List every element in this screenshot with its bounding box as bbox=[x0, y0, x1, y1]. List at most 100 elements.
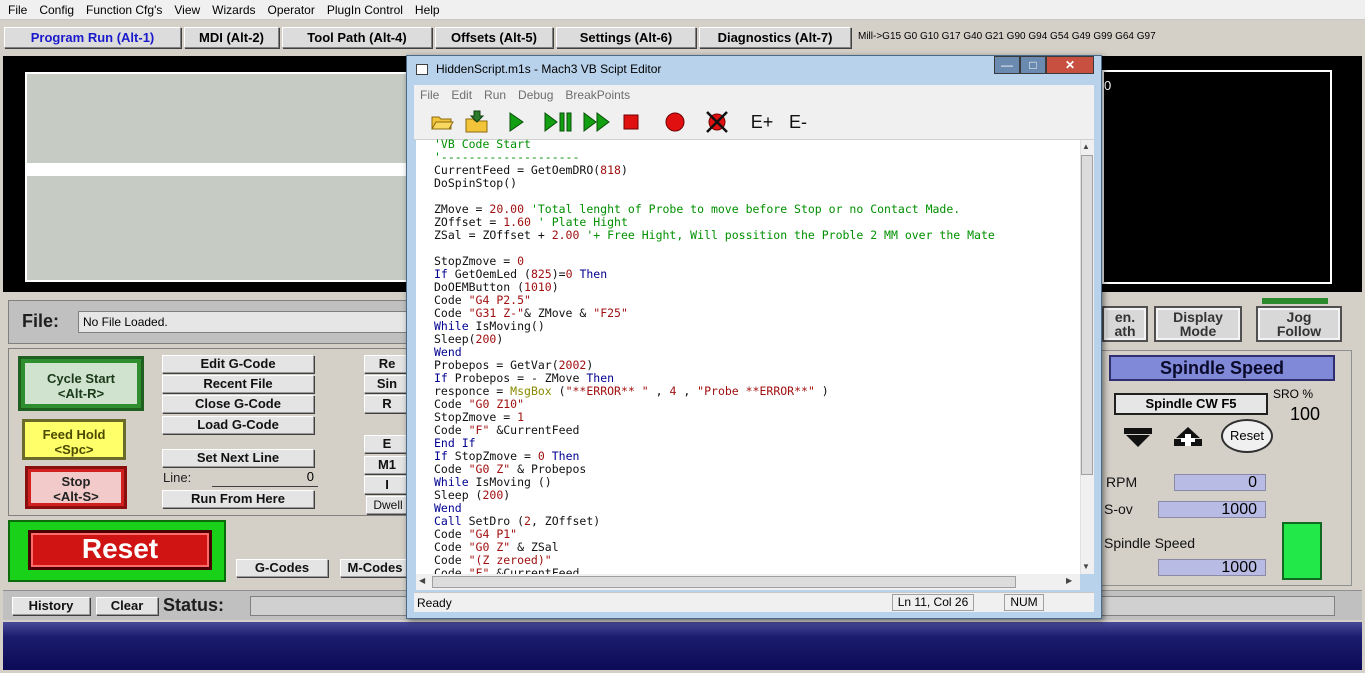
tab-tool-path[interactable]: Tool Path (Alt-4) bbox=[282, 27, 432, 48]
code-line[interactable]: responce = MsgBox ("**ERROR** " , 4 , "P… bbox=[434, 385, 1080, 398]
reverse-run-button-partial[interactable]: R bbox=[364, 395, 410, 413]
scroll-left-arrow-icon[interactable]: ◀ bbox=[419, 576, 425, 585]
code-token: DoOEMButton ( bbox=[434, 280, 525, 294]
spindle-cw-button[interactable]: Spindle CW F5 bbox=[1114, 393, 1268, 415]
single-block-button-partial[interactable]: Sin bbox=[364, 375, 410, 393]
flood-button-partial[interactable]: I bbox=[364, 476, 410, 494]
code-line[interactable]: Code "F" &CurrentFeed bbox=[434, 566, 1080, 575]
code-line[interactable] bbox=[434, 242, 1080, 255]
code-token: 200 bbox=[482, 488, 504, 502]
run-from-here-button[interactable]: Run From Here bbox=[162, 490, 314, 508]
scroll-right-arrow-icon[interactable]: ▶ bbox=[1066, 576, 1072, 585]
rewind-button-partial[interactable]: Re bbox=[364, 355, 410, 373]
set-next-line-button[interactable]: Set Next Line bbox=[162, 449, 314, 467]
reset-button[interactable]: Reset bbox=[28, 530, 212, 570]
spindle-down-arrow-icon[interactable] bbox=[1122, 426, 1154, 451]
menu-file[interactable]: File bbox=[2, 3, 33, 17]
code-text[interactable]: 'VB Code Start '-------------------- Curre… bbox=[434, 138, 1080, 574]
code-token: "(Z zeroed)" bbox=[468, 553, 552, 567]
clear-button[interactable]: Clear bbox=[96, 597, 158, 615]
block-delete-button-partial[interactable]: E bbox=[364, 435, 410, 453]
history-button[interactable]: History bbox=[12, 597, 90, 615]
scroll-down-arrow-icon[interactable]: ▼ bbox=[1082, 562, 1090, 571]
stop-button[interactable]: Stop <Alt-S> bbox=[25, 466, 127, 509]
editor-menu-debug[interactable]: Debug bbox=[512, 88, 559, 102]
editor-menu-edit[interactable]: Edit bbox=[445, 88, 478, 102]
expand-icon[interactable]: E+ bbox=[748, 109, 776, 135]
open-folder-icon[interactable] bbox=[428, 109, 456, 135]
breakpoint-icon[interactable] bbox=[662, 109, 688, 135]
menu-help[interactable]: Help bbox=[409, 3, 446, 17]
spindle-up-arrow-icon[interactable] bbox=[1172, 426, 1204, 451]
edit-gcode-button[interactable]: Edit G-Code bbox=[162, 355, 314, 373]
code-token: "F" bbox=[468, 566, 490, 575]
menu-function-cfgs[interactable]: Function Cfg's bbox=[80, 3, 168, 17]
menu-wizards[interactable]: Wizards bbox=[206, 3, 261, 17]
minimize-button[interactable]: — bbox=[994, 56, 1020, 74]
editor-menu-file[interactable]: File bbox=[414, 88, 445, 102]
horizontal-scrollbar-thumb[interactable] bbox=[432, 576, 1016, 588]
close-gcode-button[interactable]: Close G-Code bbox=[162, 395, 314, 413]
tab-program-run[interactable]: Program Run (Alt-1) bbox=[4, 27, 181, 48]
vertical-scrollbar-thumb[interactable] bbox=[1081, 155, 1093, 475]
editor-menu-run[interactable]: Run bbox=[478, 88, 512, 102]
code-token: Code bbox=[434, 540, 469, 554]
clear-breakpoints-icon[interactable] bbox=[703, 109, 731, 135]
spindle-reset-button[interactable]: Reset bbox=[1221, 419, 1273, 453]
code-line[interactable]: Sleep (200) bbox=[434, 489, 1080, 502]
rpm-dro[interactable]: 0 bbox=[1174, 474, 1266, 491]
dwell-button-partial[interactable]: Dwell bbox=[366, 496, 410, 514]
run-icon[interactable] bbox=[503, 109, 529, 135]
menu-operator[interactable]: Operator bbox=[262, 3, 321, 17]
close-button[interactable]: ✕ bbox=[1046, 56, 1094, 74]
cycle-start-button[interactable]: Cycle Start <Alt-R> bbox=[18, 356, 144, 411]
code-line[interactable]: Sleep(200) bbox=[434, 333, 1080, 346]
step-pause-icon[interactable] bbox=[541, 109, 575, 135]
sov-dro[interactable]: 1000 bbox=[1158, 501, 1266, 518]
m1-optional-stop-button-partial[interactable]: M1 bbox=[364, 456, 410, 474]
tab-diagnostics[interactable]: Diagnostics (Alt-7) bbox=[699, 27, 851, 48]
code-line[interactable]: CurrentFeed = GetOemDRO(818) bbox=[434, 164, 1080, 177]
code-token: 1 bbox=[517, 410, 525, 424]
regen-toolpath-button[interactable]: en. ath bbox=[1102, 306, 1148, 342]
code-token: "G0 Z10" bbox=[468, 397, 525, 411]
editor-menu-breakpoints[interactable]: BreakPoints bbox=[559, 88, 636, 102]
recent-file-button[interactable]: Recent File bbox=[162, 375, 314, 393]
code-token: &CurrentFeed bbox=[489, 566, 580, 575]
code-line[interactable]: While IsMoving() bbox=[434, 320, 1080, 333]
scroll-up-arrow-icon[interactable]: ▲ bbox=[1082, 142, 1090, 151]
code-token: 825 bbox=[530, 267, 552, 281]
load-gcode-button[interactable]: Load G-Code bbox=[162, 416, 314, 434]
code-token: , ZOffset) bbox=[530, 514, 601, 528]
editor-status-bar bbox=[414, 592, 1094, 612]
code-line[interactable]: Call SetDro (2, ZOffset) bbox=[434, 515, 1080, 528]
editor-cursor-position: Ln 11, Col 26 bbox=[892, 594, 974, 611]
code-line[interactable]: ZSal = ZOffset + 2.00 '+ Free Hight, Wil… bbox=[434, 229, 1080, 242]
maximize-button[interactable]: □ bbox=[1020, 56, 1046, 74]
tab-offsets[interactable]: Offsets (Alt-5) bbox=[435, 27, 553, 48]
code-line[interactable]: DoSpinStop() bbox=[434, 177, 1080, 190]
spindle-speed-dro[interactable]: 1000 bbox=[1158, 559, 1266, 576]
code-line[interactable]: While IsMoving () bbox=[434, 476, 1080, 489]
tab-settings[interactable]: Settings (Alt-6) bbox=[556, 27, 696, 48]
toolpath-view-right[interactable] bbox=[1102, 70, 1332, 284]
jog-follow-button[interactable]: Jog Follow bbox=[1256, 306, 1342, 342]
feed-hold-button[interactable]: Feed Hold <Spc> bbox=[22, 419, 126, 460]
mcodes-button[interactable]: M-Codes bbox=[340, 559, 410, 577]
tab-mdi[interactable]: MDI (Alt-2) bbox=[184, 27, 279, 48]
toolpath-view[interactable] bbox=[25, 72, 408, 282]
menu-view[interactable]: View bbox=[168, 3, 206, 17]
line-number-field[interactable]: 0 bbox=[212, 469, 318, 487]
gcodes-button[interactable]: G-Codes bbox=[236, 559, 328, 577]
menu-plugin-control[interactable]: PlugIn Control bbox=[321, 3, 409, 17]
stop-icon[interactable] bbox=[620, 109, 642, 135]
save-icon[interactable] bbox=[462, 109, 492, 135]
display-mode-button[interactable]: Display Mode bbox=[1154, 306, 1242, 342]
step-icon[interactable] bbox=[580, 109, 614, 135]
code-token: Probepos = - ZMove bbox=[447, 371, 587, 385]
collapse-icon[interactable]: E- bbox=[784, 109, 812, 135]
code-token: 1010 bbox=[524, 280, 552, 294]
code-line[interactable]: Code "G0 Z10" bbox=[434, 398, 1080, 411]
code-line[interactable]: Code "F" &CurrentFeed bbox=[434, 424, 1080, 437]
menu-config[interactable]: Config bbox=[33, 3, 80, 17]
